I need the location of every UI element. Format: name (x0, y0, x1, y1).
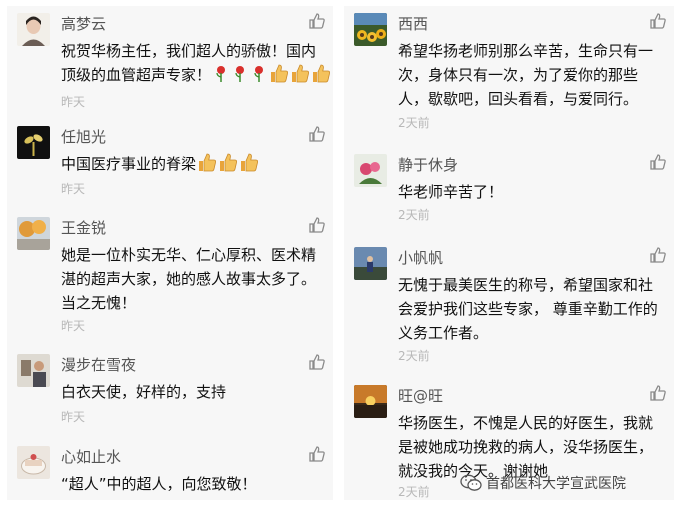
avatar[interactable] (17, 13, 50, 46)
like-thumb-icon[interactable] (650, 385, 666, 401)
thumbs-up-emoji-icon (292, 64, 310, 83)
emoji-row (196, 153, 259, 173)
rose-emoji-icon (216, 66, 226, 82)
emoji-row (211, 64, 331, 84)
like-thumb-icon[interactable] (309, 126, 325, 142)
comment-time: 2天前 (398, 116, 430, 130)
like-thumb-icon[interactable] (309, 217, 325, 233)
comment-line: 当之无愧！ (61, 294, 137, 312)
thumbs-up-emoji-icon (271, 64, 289, 83)
comment-time: 2天前 (398, 485, 430, 499)
avatar[interactable] (354, 154, 387, 187)
comment-time: 昨天 (61, 182, 86, 196)
avatar[interactable] (17, 354, 50, 387)
avatar[interactable] (354, 385, 387, 418)
comments-panel-right: 西西 希望华扬老师别那么辛苦，生命只有一 次，身体只有一次，为了爱你的那些 人，… (344, 6, 674, 500)
like-thumb-icon[interactable] (650, 13, 666, 29)
avatar[interactable] (17, 446, 50, 479)
comment-username[interactable]: 任旭光 (61, 126, 106, 147)
comment-line: 她是一位朴实无华、仁心厚积、医术精 (61, 246, 317, 264)
wechat-icon (460, 474, 482, 491)
thumbs-up-emoji-icon (199, 153, 217, 172)
comment-username[interactable]: 高梦云 (61, 13, 106, 34)
comment-username[interactable]: 静于休身 (398, 154, 458, 175)
comment-line: 祝贺华杨主任，我们超人的骄傲！国内 (61, 42, 317, 60)
like-thumb-icon[interactable] (650, 247, 666, 263)
thumbs-up-emoji-icon (241, 153, 259, 172)
avatar[interactable] (354, 13, 387, 46)
comment-username[interactable]: 漫步在雪夜 (61, 354, 136, 375)
avatar[interactable] (17, 126, 50, 159)
account-watermark: 首都医科大学宣武医院 (460, 473, 626, 493)
comment-line: 希望华扬老师别那么辛苦，生命只有一 (398, 42, 654, 60)
comment-username[interactable]: 王金锐 (61, 217, 106, 238)
comment-time: 2天前 (398, 208, 430, 222)
thumbs-up-emoji-icon (313, 64, 331, 83)
rose-emoji-icon (254, 66, 264, 82)
comment-line: 义务工作者。 (398, 324, 489, 342)
comment-time: 昨天 (61, 95, 86, 109)
avatar[interactable] (354, 247, 387, 280)
comment-line: 是被她成功挽救的病人，没华扬医生， (398, 438, 654, 456)
comment-username[interactable]: 心如止水 (61, 446, 121, 467)
thumbs-up-emoji-icon (220, 153, 238, 172)
like-thumb-icon[interactable] (309, 446, 325, 462)
comment-username[interactable]: 西西 (398, 13, 428, 34)
comment-line: 中国医疗事业的脊梁 (61, 152, 259, 176)
watermark-text: 首都医科大学宣武医院 (486, 476, 626, 492)
avatar[interactable] (17, 217, 50, 250)
like-thumb-icon[interactable] (650, 154, 666, 170)
comment-line: 会爱护我们这些专家， 尊重辛勤工作的 (398, 300, 658, 318)
comment-time: 昨天 (61, 319, 86, 333)
comment-line: 白衣天使，好样的，支持 (61, 383, 227, 401)
comment-time: 昨天 (61, 410, 86, 424)
comment-username[interactable]: 旺@旺 (398, 385, 443, 406)
comment-line: 次，身体只有一次，为了爱你的那些 (398, 66, 639, 84)
comments-panel-left: 高梦云 祝贺华杨主任，我们超人的骄傲！国内 顶级的血管超声专家！ 昨天 任旭光 … (7, 6, 333, 500)
comment-line: 华老师辛苦了！ (398, 183, 504, 201)
comment-username[interactable]: 小帆帆 (398, 247, 443, 268)
comment-line: 湛的超声大家，她的感人故事太多了。 (61, 270, 317, 288)
comment-line: 无愧于最美医生的称号，希望国家和社 (398, 276, 654, 294)
like-thumb-icon[interactable] (309, 13, 325, 29)
comment-line: 人，歇歇吧，回头看看，与爱同行。 (398, 90, 639, 108)
like-thumb-icon[interactable] (309, 354, 325, 370)
comment-line: “超人”中的超人，向您致敬！ (61, 475, 257, 493)
rose-emoji-icon (235, 66, 245, 82)
comment-line: 顶级的血管超声专家！ (61, 63, 331, 87)
comment-time: 2天前 (398, 349, 430, 363)
comment-line: 华扬医生，不愧是人民的好医生，我就 (398, 414, 654, 432)
